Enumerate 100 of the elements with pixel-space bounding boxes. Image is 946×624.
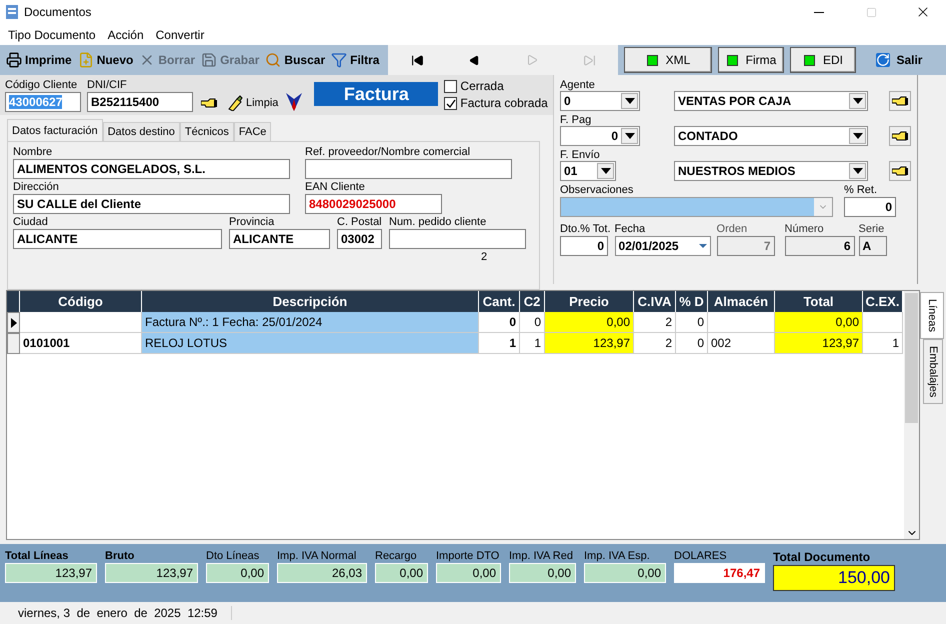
lookup-button[interactable] [889,126,911,146]
table-cell: 1 [863,333,903,354]
menu-item[interactable]: Convertir [150,28,210,42]
document-type-badge: Factura [314,82,438,106]
dropdown-arrow-icon [852,98,862,104]
app-icon [6,5,18,19]
status-button[interactable]: EDI [790,47,856,73]
status-button[interactable]: Firma [718,47,784,73]
total-value: 150,00 [773,565,895,591]
field-label: Número [784,223,825,235]
dropdown-arrow-icon [624,98,634,104]
total-value: 0,00 [436,563,501,583]
discount-field[interactable]: 0 [560,236,608,256]
number-field: 6 [784,236,855,256]
checkbox[interactable]: Factura cobrada [444,96,548,110]
total-value: 26,03 [277,563,367,583]
pointing-hand-icon [892,131,908,141]
column-header: Descripción [142,291,479,312]
row-indicator[interactable] [7,312,20,333]
table-cell: 123,97 [545,333,634,354]
ean-field[interactable]: 8480029025000 [305,194,442,214]
counter-text: 2 [481,251,488,263]
skip-back-icon [410,54,424,66]
order-field: 7 [716,236,775,256]
field-label: Num. pedido cliente [389,216,488,228]
agent-name-dropdown[interactable]: VENTAS POR CAJA [674,91,868,111]
side-tab[interactable]: Embalajes [923,339,943,404]
table-cell: 1 [479,333,520,354]
lookup-button[interactable] [889,161,911,181]
column-header: Cant. [479,291,520,312]
shipping-code-dropdown[interactable]: 01 [560,161,616,181]
payment-name-dropdown[interactable]: CONTADO [674,126,868,146]
menu-item[interactable]: Acción [102,28,150,42]
menu-item[interactable]: Tipo Documento [2,28,102,42]
right-triangle-icon [526,54,538,66]
table-cell: 2 [634,312,676,333]
name-field[interactable]: ALIMENTOS CONGELADOS, S.L. [13,159,290,179]
province-field[interactable]: ALICANTE [229,229,330,249]
toolbar-button[interactable]: Nuevo [74,47,136,73]
postal-code-field[interactable]: 03002 [337,229,382,249]
toolbar-button[interactable]: Buscar [262,47,328,73]
filter-icon [331,52,348,68]
table-cell: 0,00 [775,312,863,333]
payment-code-dropdown[interactable]: 0 [560,126,640,146]
tab[interactable]: Datos facturación [7,119,103,141]
total-label: Importe DTO [436,550,500,562]
scrollbar[interactable] [904,291,919,539]
left-triangle-icon [469,54,480,66]
tab[interactable]: Técnicos [180,122,234,141]
side-tab[interactable]: Líneas [920,292,944,340]
total-value: 0,00 [509,563,576,583]
total-label: Imp. IVA Esp. [584,550,651,562]
status-button[interactable]: XML [624,47,712,73]
table-cell [708,312,775,333]
printer-icon [6,52,22,68]
column-header: Almacén [708,291,775,312]
toolbar-button[interactable]: Imprime [3,47,75,73]
clear-button[interactable]: Limpia [225,91,280,115]
field-label: F. Pag [560,114,592,126]
address-field[interactable]: SU CALLE del Cliente [13,194,290,214]
total-value: 176,47 [674,563,765,583]
field-label: Dirección [13,181,60,193]
spinner-icon [814,198,832,216]
checkbox[interactable]: Cerrada [444,79,548,93]
total-value: 0,00 [375,563,428,583]
field-label: EAN Cliente [305,181,366,193]
lookup-button[interactable] [889,91,911,111]
tab[interactable]: FACe [234,122,272,141]
field-label: C. Postal [337,216,382,228]
retention-field[interactable]: 0 [844,197,896,217]
column-header: Precio [545,291,634,312]
field-label: Nombre [13,146,54,158]
tab[interactable]: Datos destino [102,122,180,141]
exit-button[interactable]: Salir [870,52,928,68]
save-icon [201,52,218,68]
table-cell: 2 [634,333,676,354]
table-cell: 0 [676,312,708,333]
agent-code-dropdown[interactable]: 0 [560,91,640,111]
order-number-field[interactable] [389,229,526,249]
table-cell: RELOJ LOTUS [142,333,479,354]
total-label: Bruto [105,550,136,562]
total-value: 123,97 [105,563,198,583]
table-cell: 0 [520,312,545,333]
table-cell: 123,97 [775,333,863,354]
field-label: Código Cliente [5,79,78,91]
column-header: C.EX. [863,291,903,312]
pointing-hand-icon [892,96,908,106]
reference-field[interactable] [305,159,512,179]
field-label: Ciudad [13,216,49,228]
search-icon [265,52,282,68]
date-field[interactable]: 02/01/2025 [614,236,711,256]
total-label: Imp. IVA Red [509,550,574,562]
shipping-name-dropdown[interactable]: NUESTROS MEDIOS [674,161,868,181]
table-cell: 1 [520,333,545,354]
toolbar-button[interactable]: Filtra [328,47,382,73]
city-field[interactable]: ALICANTE [13,229,222,249]
series-field[interactable]: A [858,236,887,256]
dni-field[interactable]: B252115400 [87,92,193,112]
status-text: viernes, 3 de enero de 2025 12:59 [18,606,232,620]
notes-field[interactable] [560,197,833,217]
